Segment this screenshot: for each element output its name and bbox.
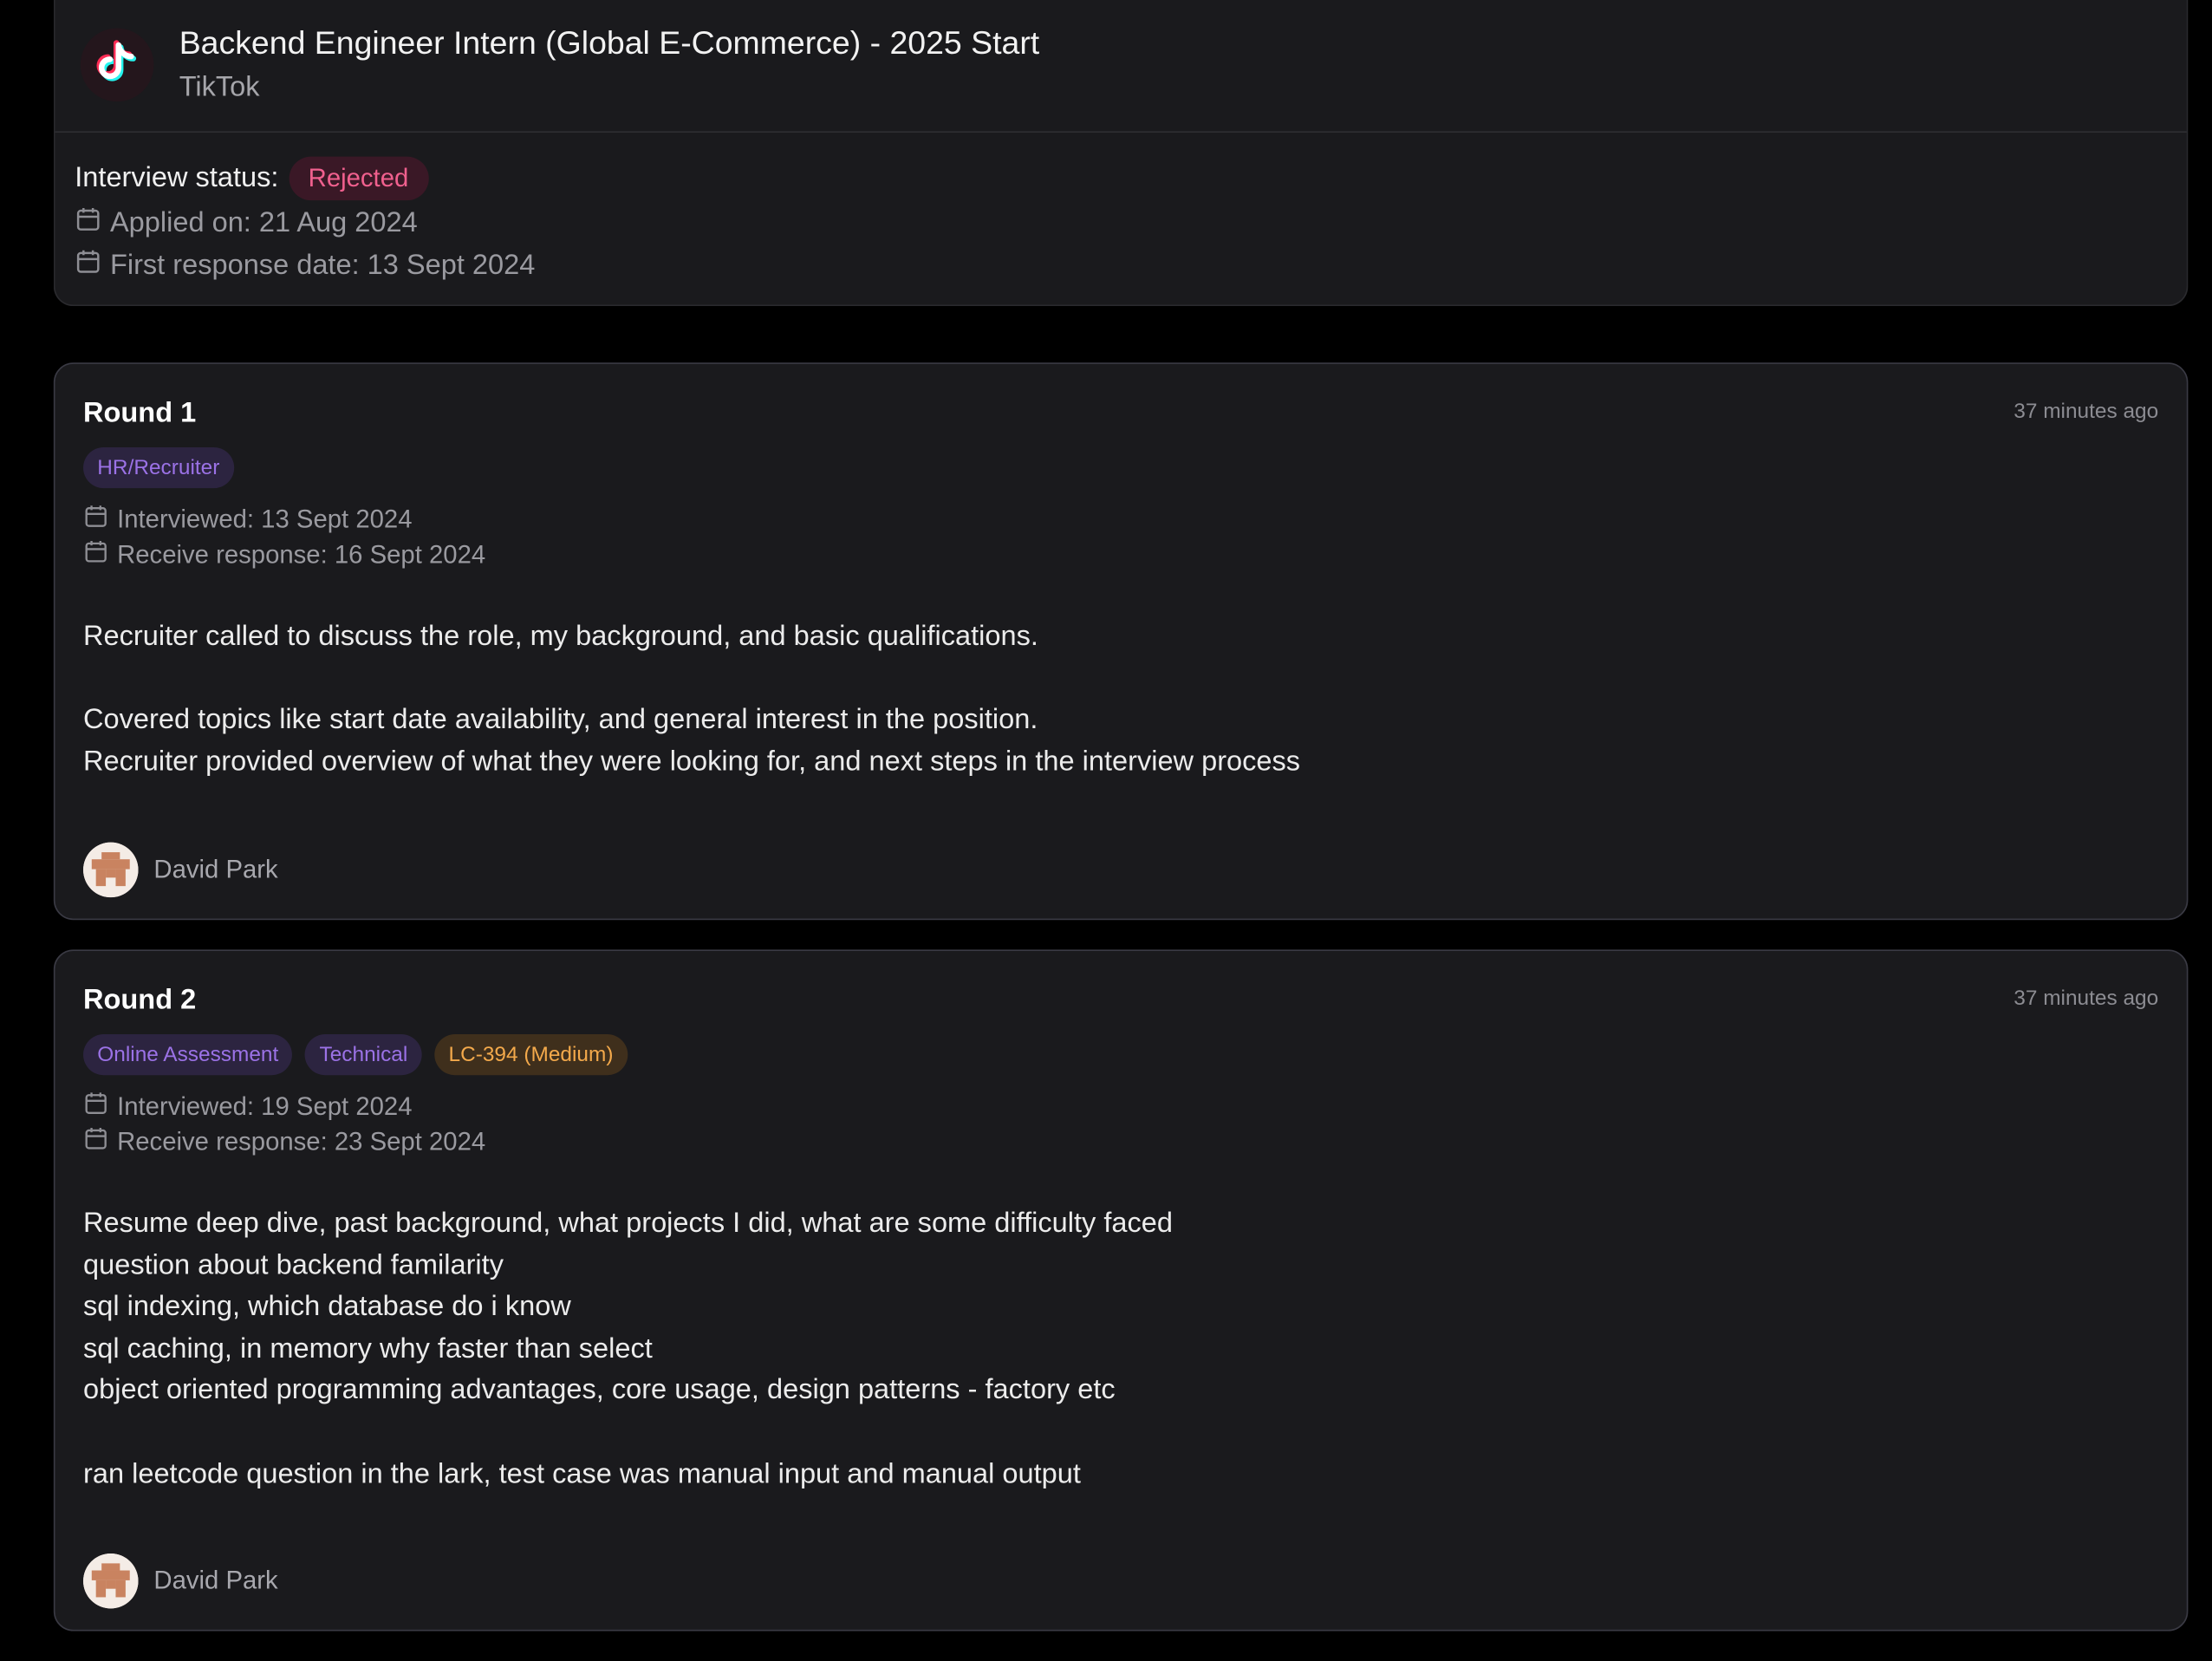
- response-text: Receive response: 23 Sept 2024: [117, 1127, 486, 1156]
- note-line: question about backend familarity: [83, 1249, 504, 1281]
- interviewed-text: Interviewed: 19 Sept 2024: [117, 1091, 413, 1121]
- response-text: Receive response: 16 Sept 2024: [117, 540, 486, 569]
- tag-hr-recruiter: HR/Recruiter: [83, 446, 234, 489]
- note-line: Resume deep dive, past background, what …: [83, 1208, 1173, 1240]
- note-line: object oriented programming advantages, …: [83, 1374, 1116, 1406]
- round-tags: HR/Recruiter: [83, 446, 2158, 490]
- tag-leetcode-problem[interactable]: LC-394 (Medium): [434, 1034, 628, 1076]
- note-line: sql indexing, which database do i know: [83, 1291, 571, 1323]
- status-badge: Rejected: [288, 156, 429, 201]
- tiktok-logo-icon: [80, 28, 154, 102]
- avatar: [83, 842, 139, 898]
- note-line: ran leetcode question in the lark, test …: [83, 1458, 1081, 1490]
- tag-online-assessment: Online Assessment: [83, 1034, 293, 1076]
- tag-technical: Technical: [305, 1034, 422, 1076]
- round-notes: Recruiter called to discuss the role, my…: [83, 616, 2158, 784]
- company-name: TikTok: [179, 72, 260, 103]
- interview-status-row: Interview status: Rejected: [75, 155, 2187, 202]
- response-row: Receive response: 23 Sept 2024: [83, 1124, 2158, 1160]
- round-timestamp: 37 minutes ago: [2014, 986, 2159, 1011]
- round-author[interactable]: David Park: [83, 1553, 278, 1609]
- round-content: Round 1 37 minutes ago HR/Recruiter Inte…: [83, 392, 2158, 783]
- avatar: [83, 1553, 139, 1609]
- round-dates: Interviewed: 19 Sept 2024 Receive respon…: [83, 1090, 2158, 1160]
- calendar-icon: [83, 504, 108, 536]
- interviewed-row: Interviewed: 13 Sept 2024: [83, 502, 2158, 537]
- round-title: Round 2: [83, 985, 197, 1016]
- applied-on-row: Applied on: 21 Aug 2024: [75, 202, 2187, 244]
- calendar-icon: [75, 248, 101, 283]
- response-row: Receive response: 16 Sept 2024: [83, 537, 2158, 573]
- round-timestamp: 37 minutes ago: [2014, 399, 2159, 424]
- round-card-2: Round 2 37 minutes ago Online Assessment…: [53, 949, 2189, 1632]
- job-header-card: Backend Engineer Intern (Global E-Commer…: [53, 0, 2189, 307]
- page: Backend Engineer Intern (Global E-Commer…: [0, 0, 2212, 1661]
- note-line: Covered topics like start date availabil…: [83, 704, 1038, 736]
- first-response-text: First response date: 13 Sept 2024: [109, 249, 536, 281]
- job-header-top: Backend Engineer Intern (Global E-Commer…: [55, 0, 2187, 133]
- note-line: sql caching, in memory why faster than s…: [83, 1332, 653, 1365]
- calendar-icon: [75, 205, 101, 241]
- note-spacer: [83, 658, 2158, 700]
- round-dates: Interviewed: 13 Sept 2024 Receive respon…: [83, 502, 2158, 572]
- author-name: David Park: [153, 1566, 278, 1595]
- round-author[interactable]: David Park: [83, 842, 278, 898]
- applied-on-text: Applied on: 21 Aug 2024: [109, 206, 418, 238]
- round-notes: Resume deep dive, past background, what …: [83, 1203, 2158, 1495]
- job-title: Backend Engineer Intern (Global E-Commer…: [179, 23, 1040, 61]
- note-spacer: [83, 1412, 2158, 1454]
- calendar-icon: [83, 539, 108, 571]
- calendar-icon: [83, 1126, 108, 1158]
- job-header-details: Interview status: Rejected Applied on: 2…: [55, 133, 2186, 286]
- round-tags: Online Assessment Technical LC-394 (Medi…: [83, 1034, 2158, 1077]
- round-content: Round 2 37 minutes ago Online Assessment…: [83, 980, 2158, 1496]
- author-name: David Park: [153, 855, 278, 883]
- calendar-icon: [83, 1091, 108, 1123]
- note-line: Recruiter provided overview of what they…: [83, 746, 1301, 778]
- round-card-1: Round 1 37 minutes ago HR/Recruiter Inte…: [53, 362, 2189, 921]
- first-response-row: First response date: 13 Sept 2024: [75, 244, 2187, 287]
- note-line: Recruiter called to discuss the role, my…: [83, 621, 1038, 652]
- round-title: Round 1: [83, 397, 197, 429]
- interviewed-row: Interviewed: 19 Sept 2024: [83, 1090, 2158, 1125]
- interviewed-text: Interviewed: 13 Sept 2024: [117, 505, 413, 534]
- interview-status-label: Interview status:: [75, 162, 279, 193]
